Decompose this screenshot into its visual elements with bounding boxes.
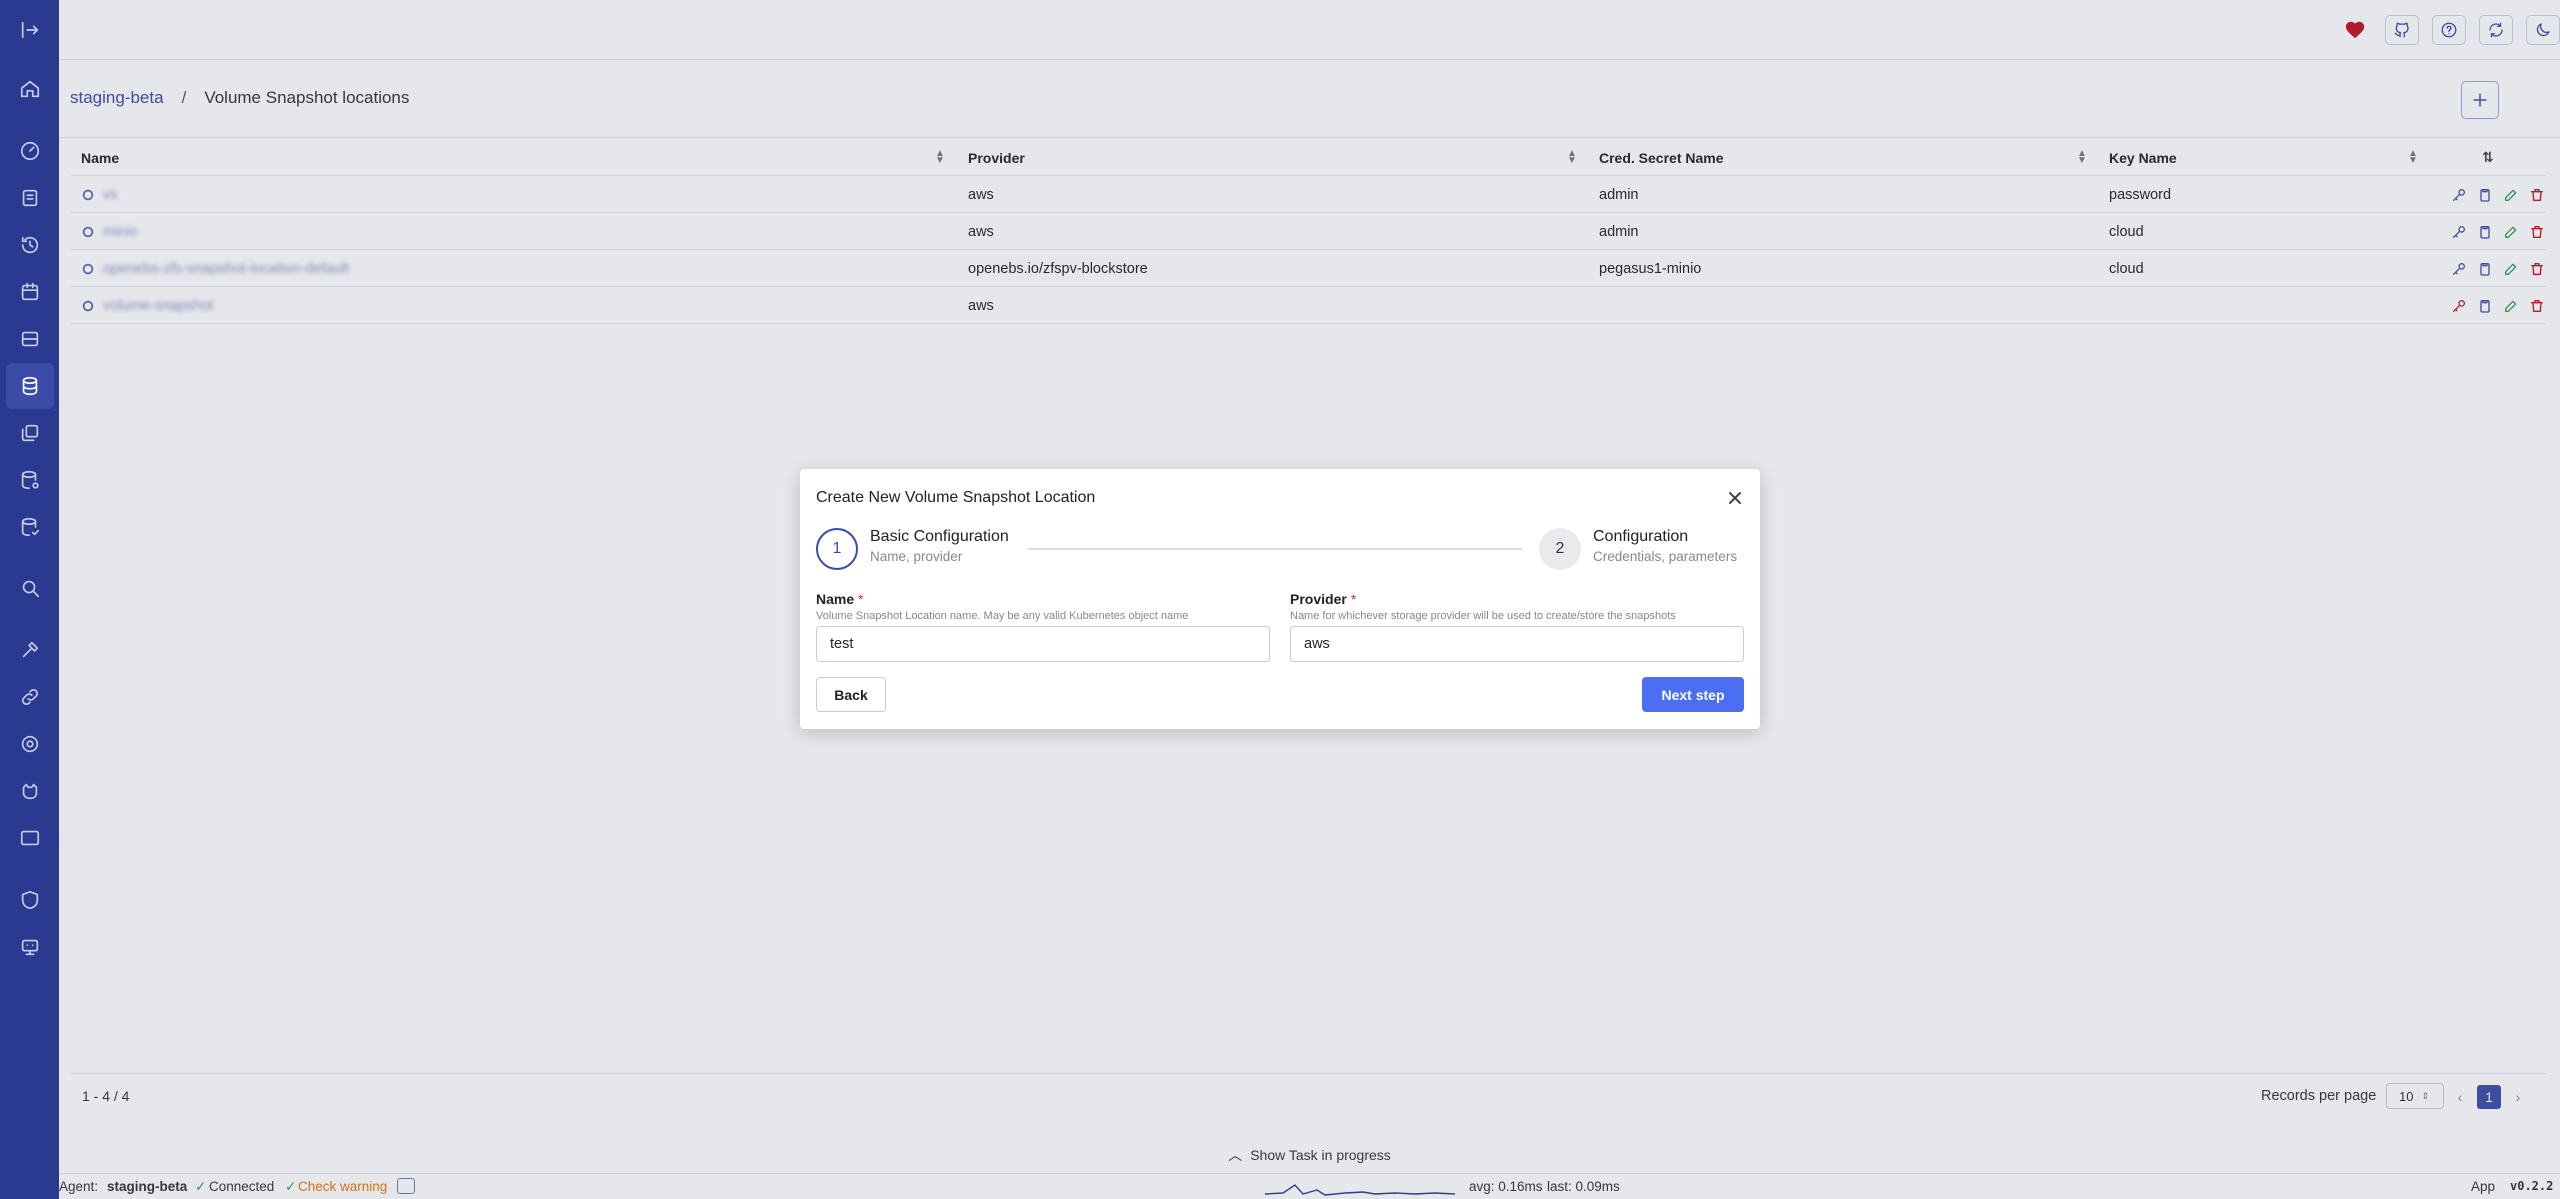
inspect-icon[interactable] (0, 565, 59, 611)
create-snapshot-location-modal: Create New Volume Snapshot Location 1 Ba… (800, 469, 1760, 729)
backup-icon[interactable] (0, 175, 59, 221)
agents-icon[interactable] (0, 924, 59, 970)
required-marker: * (1350, 591, 1357, 607)
step-2-indicator[interactable]: 2 (1539, 528, 1581, 570)
required-marker: * (858, 591, 864, 607)
provider-input[interactable] (1290, 626, 1744, 662)
storage-location-icon[interactable] (0, 316, 59, 362)
name-description: Volume Snapshot Location name. May be an… (816, 610, 1189, 622)
provider-label-text: Provider (1290, 591, 1347, 607)
volume-snapshot-location-icon[interactable] (6, 363, 54, 409)
back-button[interactable]: Back (816, 677, 886, 712)
dashboard-icon[interactable] (0, 128, 59, 174)
close-icon[interactable] (1724, 487, 1746, 509)
provider-label: Provider * (1290, 591, 1356, 607)
step-2-label: Configuration (1593, 528, 1689, 545)
name-label-text: Name (816, 591, 855, 607)
settings-icon[interactable] (0, 721, 59, 767)
stepper-connector (1028, 548, 1522, 550)
modal-title: Create New Volume Snapshot Location (816, 489, 1096, 506)
terminal-icon[interactable] (0, 815, 59, 861)
database-settings-icon[interactable] (0, 457, 59, 503)
name-label: Name * (816, 591, 863, 607)
restore-icon[interactable] (0, 222, 59, 268)
step-1-description: Name, provider (870, 549, 963, 564)
next-step-button[interactable]: Next step (1642, 677, 1744, 712)
home-icon[interactable] (0, 66, 59, 112)
database-check-icon[interactable] (0, 504, 59, 550)
step-1-indicator[interactable]: 1 (816, 528, 858, 570)
schedule-icon[interactable] (0, 269, 59, 315)
provider-description: Name for whichever storage provider will… (1290, 610, 1676, 622)
sidebar (0, 0, 59, 1199)
name-input[interactable] (816, 626, 1270, 662)
step-1-label: Basic Configuration (870, 528, 1009, 545)
repositories-icon[interactable] (0, 410, 59, 456)
tools-icon[interactable] (0, 627, 59, 673)
link-icon[interactable] (0, 674, 59, 720)
step-2-description: Credentials, parameters (1593, 549, 1738, 564)
security-icon[interactable] (0, 877, 59, 923)
collapse-sidebar-icon[interactable] (0, 7, 59, 53)
watchdog-icon[interactable] (0, 768, 59, 814)
